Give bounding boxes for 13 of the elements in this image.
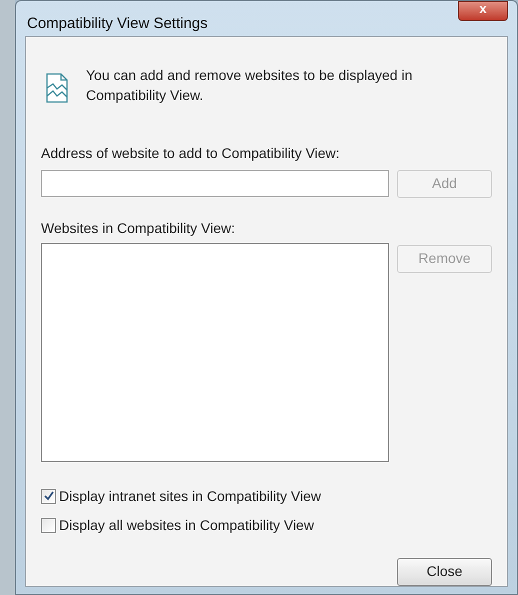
list-label: Websites in Compatibility View:	[41, 218, 236, 238]
picture-icon	[46, 72, 68, 102]
intro-text: You can add and remove websites to be displayed in Compatibility View.	[86, 66, 414, 104]
address-label: Address of website to add to Compatibility View:	[41, 144, 341, 163]
close-button[interactable]: Close	[397, 558, 492, 586]
checkbox-label: Display all websites in Compatibility View	[59, 516, 314, 535]
checkbox[interactable]	[41, 488, 56, 504]
close-window-button[interactable]: x	[458, 1, 508, 21]
checkbox-label: Display intranet sites in Compatibility View	[59, 486, 321, 506]
checkbox[interactable]	[41, 518, 56, 532]
address-field[interactable]	[41, 170, 389, 197]
window-title: Compatibility View Settings	[27, 14, 208, 34]
checkmark-icon	[44, 491, 54, 501]
